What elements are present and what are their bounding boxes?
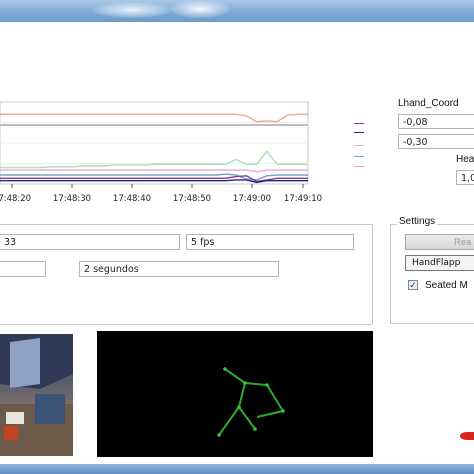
seated-mode-checkbox[interactable]: ✓	[408, 280, 418, 290]
section-divider	[372, 224, 373, 324]
legend-swatch	[354, 145, 364, 146]
titlebar-glow	[92, 2, 172, 18]
rgb-camera-view	[0, 334, 73, 456]
titlebar-glow	[170, 0, 230, 18]
gesture-select[interactable]: HandFlapp	[405, 255, 474, 271]
duration-field[interactable]: 2 segundos	[79, 261, 279, 277]
seated-mode-label: Seated M	[425, 280, 468, 291]
settings-action-button[interactable]: Rea	[405, 234, 474, 250]
frame-count-field[interactable]: 33	[0, 234, 180, 250]
window-titlebar	[0, 0, 474, 22]
x-tick-label: 17:48:50	[173, 194, 211, 204]
fps-field[interactable]: 5 fps	[186, 234, 354, 250]
skeleton-figure	[217, 367, 285, 437]
x-tick-label: 17:48:30	[53, 194, 91, 204]
coord-label: Lhand_Coord	[398, 98, 459, 109]
legend-swatch	[354, 132, 364, 133]
window-bottom-border	[0, 464, 474, 474]
coord-x-field[interactable]: -0,08	[398, 114, 474, 129]
small-input-field[interactable]	[0, 261, 46, 277]
legend-swatch	[354, 156, 364, 157]
x-tick-label: 17:48:40	[113, 194, 151, 204]
settings-title: Settings	[397, 216, 438, 227]
x-tick-label: 17:48:20	[0, 194, 31, 204]
x-tick-label: 17:49:10	[284, 194, 322, 204]
head-value-field[interactable]: 1,0	[456, 170, 474, 185]
x-tick-label: 17:49:00	[233, 194, 271, 204]
section-divider	[0, 324, 372, 325]
skeleton-view	[97, 331, 373, 457]
camera-scene	[0, 334, 73, 456]
legend-swatch	[354, 123, 364, 124]
coord-y-field[interactable]: -0,30	[398, 134, 474, 149]
legend-swatch	[354, 166, 364, 167]
section-divider	[0, 224, 372, 225]
realtime-line-chart: 17:48:20 17:48:30 17:48:40 17:48:50 17:49:00…	[0, 101, 322, 204]
cursor-icon	[460, 432, 474, 440]
head-label: Hea	[456, 154, 474, 165]
